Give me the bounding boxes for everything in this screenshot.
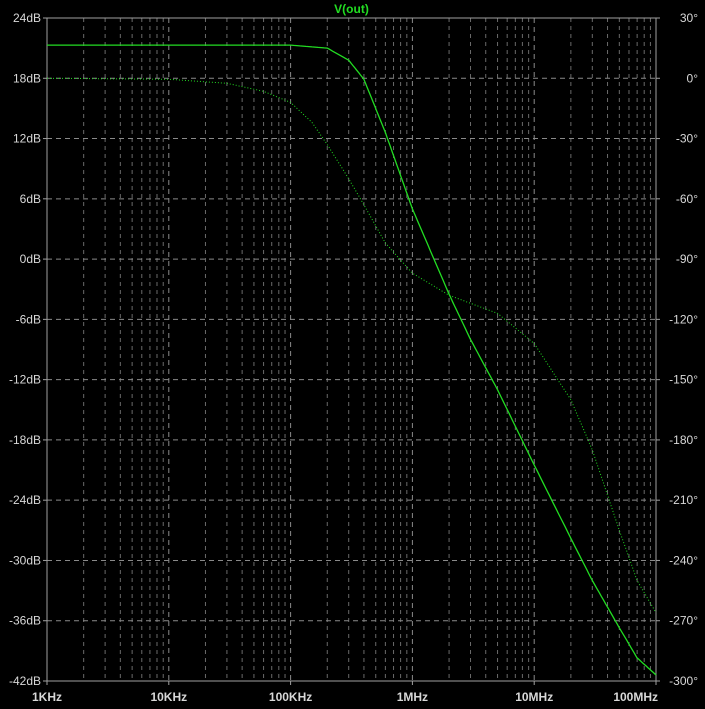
right-tick-label: -120° xyxy=(669,312,698,326)
right-tick-label: -210° xyxy=(669,493,698,507)
x-tick-label: 100MHz xyxy=(613,690,658,704)
left-tick-label: -24dB xyxy=(9,493,41,507)
left-tick-label: -36dB xyxy=(9,614,41,628)
right-tick-label: -180° xyxy=(669,433,698,447)
x-tick-label: 10MHz xyxy=(515,690,553,704)
right-tick-label: -240° xyxy=(669,553,698,567)
x-tick-label: 1KHz xyxy=(32,690,62,704)
left-tick-label: 0dB xyxy=(20,252,41,266)
left-tick-label: -6dB xyxy=(16,312,41,326)
right-tick-label: -300° xyxy=(669,674,698,688)
left-tick-label: 12dB xyxy=(13,132,41,146)
chart-background xyxy=(0,0,705,709)
x-tick-label: 1MHz xyxy=(397,690,428,704)
right-tick-label: -270° xyxy=(669,614,698,628)
left-tick-label: -18dB xyxy=(9,433,41,447)
right-tick-label: -90° xyxy=(676,252,698,266)
left-tick-label: -30dB xyxy=(9,553,41,567)
x-tick-label: 100KHz xyxy=(269,690,312,704)
right-tick-label: -30° xyxy=(676,132,698,146)
right-tick-label: -150° xyxy=(669,373,698,387)
left-tick-label: 6dB xyxy=(20,192,41,206)
left-tick-label: -42dB xyxy=(9,674,41,688)
left-tick-label: -12dB xyxy=(9,373,41,387)
x-tick-label: 10KHz xyxy=(150,690,187,704)
bode-plot: 24dB 18dB 12dB 6dB 0dB -6dB -12dB -18dB -24dB -30… xyxy=(0,0,705,709)
chart-title: V(out) xyxy=(334,2,369,16)
right-tick-label: 30° xyxy=(680,11,698,25)
left-tick-label: 24dB xyxy=(13,11,41,25)
right-tick-label: -60° xyxy=(676,192,698,206)
right-tick-label: 0° xyxy=(687,71,699,85)
left-tick-label: 18dB xyxy=(13,71,41,85)
